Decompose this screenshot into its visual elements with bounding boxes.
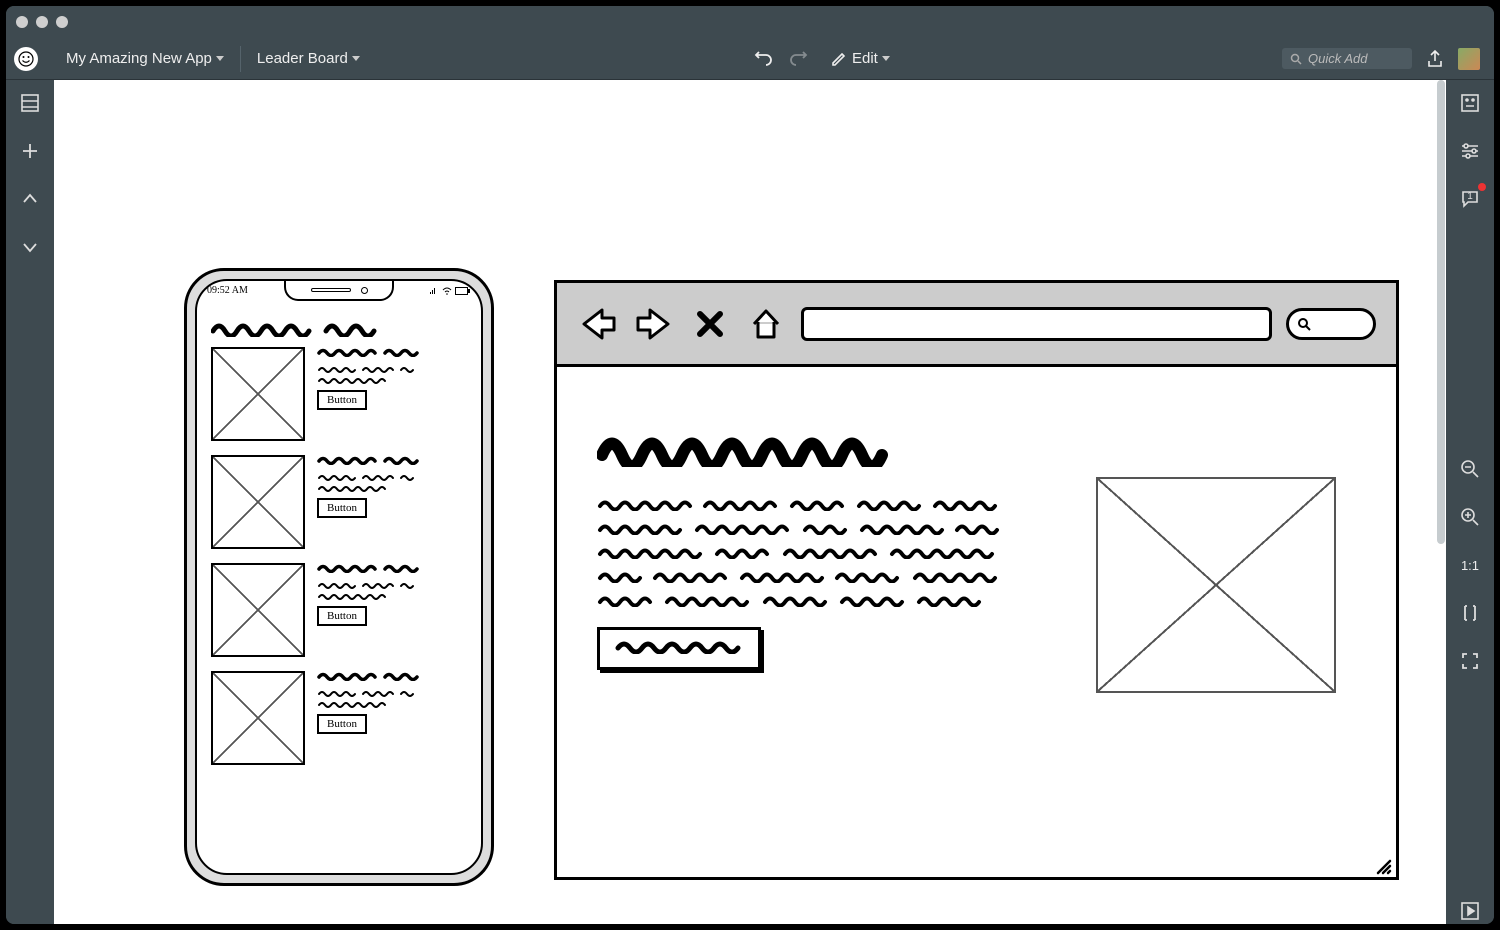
browser-toolbar	[557, 283, 1396, 367]
phone-time: 09:52 AM	[207, 285, 248, 296]
canvas[interactable]: 09:52 AM	[54, 80, 1446, 924]
phone-heading-placeholder	[211, 319, 467, 337]
browser-search-pill[interactable]	[1286, 308, 1376, 340]
canvas-scrollbar[interactable]	[1436, 80, 1446, 924]
quick-add-placeholder: Quick Add	[1308, 51, 1368, 66]
browser-stop-icon[interactable]	[689, 303, 731, 345]
text-placeholder	[317, 376, 467, 384]
app-logo-icon[interactable]	[14, 47, 38, 71]
add-icon[interactable]	[17, 138, 43, 164]
text-placeholder	[317, 484, 467, 492]
text-placeholder	[317, 365, 467, 373]
pencil-icon	[830, 50, 848, 68]
body-row: 09:52 AM	[6, 80, 1494, 924]
search-icon	[1290, 53, 1302, 65]
text-placeholder	[317, 700, 467, 708]
collapse-down-icon[interactable]	[17, 234, 43, 260]
comment-count: 1	[1467, 191, 1473, 202]
browser-mockup[interactable]	[554, 280, 1399, 880]
app-window: My Amazing New App Leader Board Edit	[6, 6, 1494, 924]
image-placeholder[interactable]	[211, 455, 305, 549]
page-dropdown[interactable]: Leader Board	[243, 38, 374, 79]
wireframe-button[interactable]: Button	[317, 390, 367, 410]
phone-screen: 09:52 AM	[195, 279, 483, 875]
chevron-down-icon	[352, 56, 360, 61]
battery-icon	[455, 287, 471, 295]
image-placeholder[interactable]	[211, 347, 305, 441]
chevron-down-icon	[216, 56, 224, 61]
signal-icon	[429, 287, 439, 295]
user-avatar[interactable]	[1458, 48, 1480, 70]
inspector-icon[interactable]	[1457, 90, 1483, 116]
heading-placeholder	[597, 427, 1356, 467]
wireframe-button[interactable]: Button	[317, 714, 367, 734]
zoom-out-icon[interactable]	[1457, 456, 1483, 482]
zoom-fit-icon[interactable]	[1457, 600, 1483, 626]
right-rail: 1 1:1	[1446, 80, 1494, 924]
text-placeholder	[317, 581, 467, 589]
window-close-icon[interactable]	[16, 16, 28, 28]
browser-back-icon[interactable]	[577, 303, 619, 345]
phone-status-icons	[429, 285, 471, 296]
main-toolbar: My Amazing New App Leader Board Edit	[6, 38, 1494, 80]
separator	[240, 46, 241, 72]
settings-icon[interactable]	[1457, 138, 1483, 164]
comments-icon[interactable]: 1	[1457, 186, 1483, 212]
chevron-down-icon	[882, 56, 890, 61]
phone-notch	[284, 281, 394, 301]
text-placeholder	[317, 563, 467, 573]
window-minimize-icon[interactable]	[36, 16, 48, 28]
left-rail	[6, 80, 54, 924]
image-placeholder[interactable]	[211, 671, 305, 765]
window-zoom-icon[interactable]	[56, 16, 68, 28]
browser-url-bar[interactable]	[801, 307, 1272, 341]
edit-mode-dropdown[interactable]: Edit	[824, 50, 904, 68]
browser-forward-icon[interactable]	[633, 303, 675, 345]
text-placeholder	[317, 671, 467, 681]
page-name-label: Leader Board	[257, 50, 348, 67]
resize-grip-icon[interactable]	[1372, 855, 1392, 875]
list-item: Button	[211, 671, 467, 765]
wireframe-button[interactable]: Button	[317, 606, 367, 626]
text-placeholder	[317, 689, 467, 697]
text-placeholder	[317, 455, 467, 465]
wireframe-button[interactable]: Button	[317, 498, 367, 518]
text-placeholder	[317, 347, 467, 357]
fullscreen-icon[interactable]	[1457, 648, 1483, 674]
project-name-label: My Amazing New App	[66, 50, 212, 67]
list-item: Button	[211, 347, 467, 441]
text-placeholder	[317, 592, 467, 600]
notification-badge	[1478, 183, 1486, 191]
play-icon[interactable]	[1457, 898, 1483, 924]
wireframe-cta-button[interactable]	[597, 627, 761, 670]
phone-mockup[interactable]: 09:52 AM	[184, 268, 494, 886]
project-dropdown[interactable]: My Amazing New App	[52, 38, 238, 79]
search-icon	[1297, 317, 1311, 331]
list-item: Button	[211, 455, 467, 549]
scrollbar-thumb[interactable]	[1437, 80, 1445, 544]
image-placeholder[interactable]	[1096, 477, 1336, 693]
browser-body	[557, 367, 1396, 877]
titlebar	[6, 6, 1494, 38]
share-button[interactable]	[1424, 48, 1446, 70]
panels-icon[interactable]	[17, 90, 43, 116]
quick-add-input[interactable]: Quick Add	[1282, 48, 1412, 69]
list-item: Button	[211, 563, 467, 657]
text-placeholder	[317, 473, 467, 481]
zoom-in-icon[interactable]	[1457, 504, 1483, 530]
undo-button[interactable]	[752, 48, 774, 70]
browser-home-icon[interactable]	[745, 303, 787, 345]
collapse-up-icon[interactable]	[17, 186, 43, 212]
zoom-actual-button[interactable]: 1:1	[1457, 552, 1483, 578]
image-placeholder[interactable]	[211, 563, 305, 657]
edit-label: Edit	[852, 50, 878, 67]
redo-button[interactable]	[788, 48, 810, 70]
wifi-icon	[442, 287, 452, 295]
